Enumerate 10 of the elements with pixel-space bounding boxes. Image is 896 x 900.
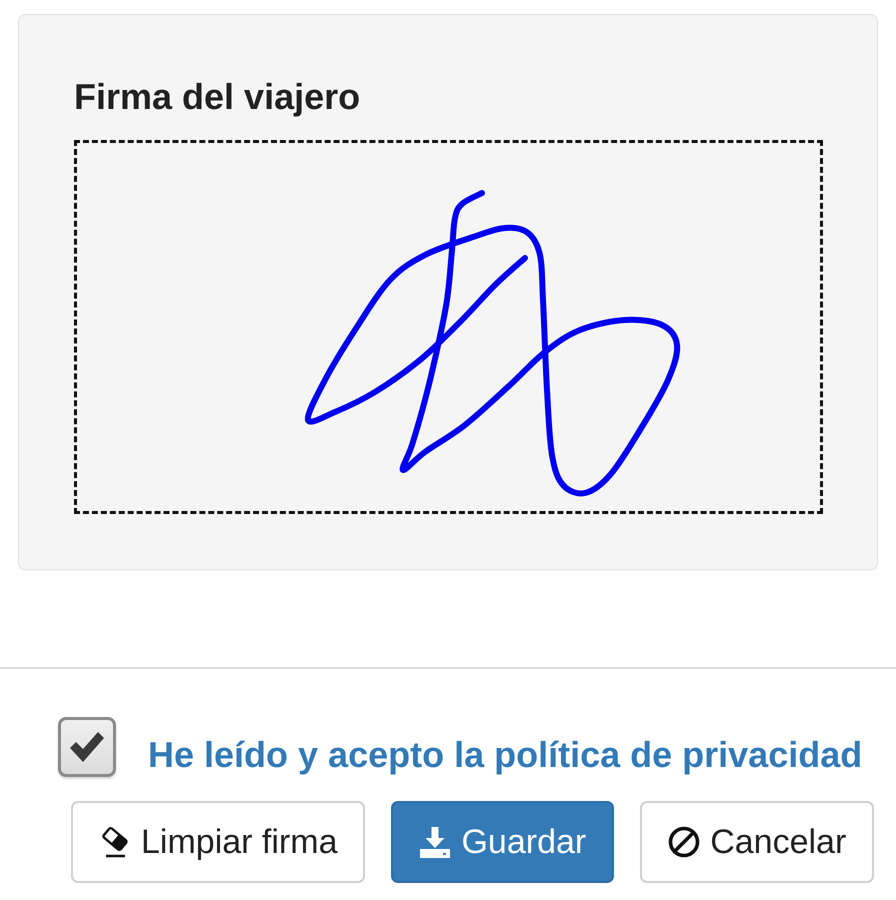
cancel-button[interactable]: Cancelar [640, 801, 874, 883]
ban-icon [668, 826, 700, 858]
panel-title: Firma del viajero [74, 79, 362, 115]
signature-pad[interactable] [74, 140, 823, 514]
download-icon [419, 826, 452, 858]
privacy-policy-link[interactable]: He leído y acepto la política de privacidad [148, 735, 862, 775]
clear-button[interactable]: Limpiar firma [71, 801, 366, 883]
save-button[interactable]: Guardar [391, 801, 614, 883]
checkmark-icon [68, 730, 106, 764]
checkbox[interactable] [58, 717, 116, 777]
